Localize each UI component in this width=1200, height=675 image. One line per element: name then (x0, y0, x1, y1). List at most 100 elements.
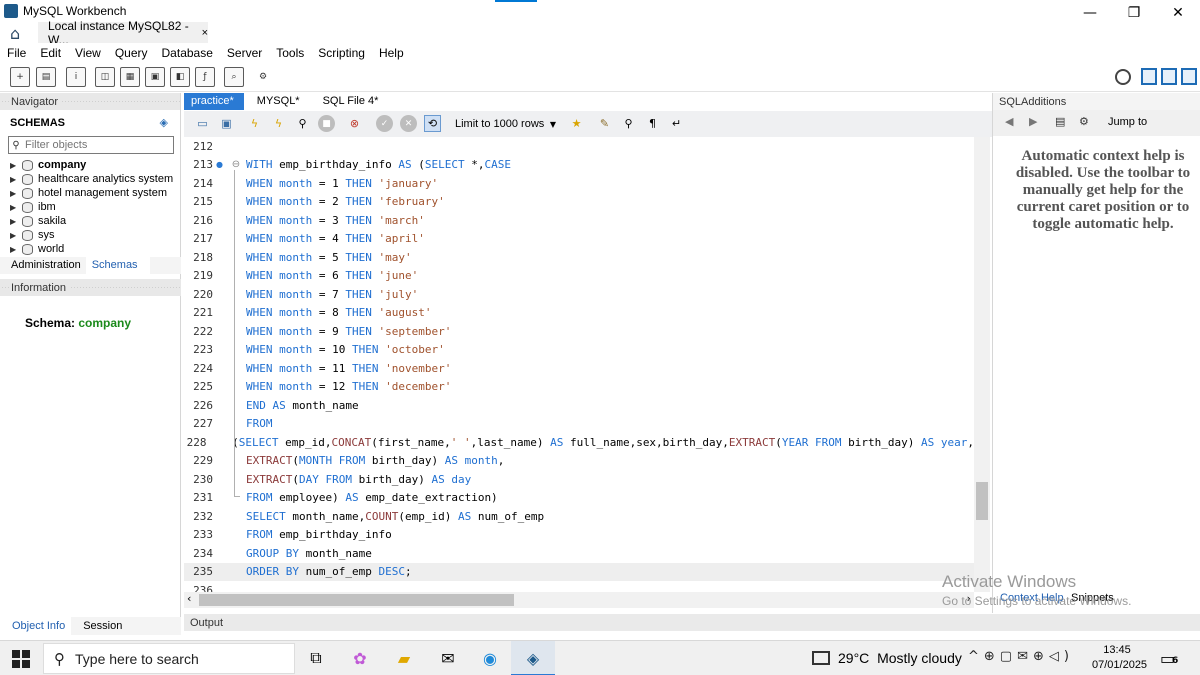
code-line[interactable]: 236 (184, 581, 974, 592)
inspector-icon[interactable]: i (66, 67, 86, 87)
settings-icon[interactable] (1115, 69, 1131, 85)
sql-editor[interactable]: 212 213 ● ⊖ WITH emp_birthday_info AS (SELEC… (184, 137, 990, 592)
clock[interactable]: 13:45 07/01/2025 (1092, 643, 1147, 673)
code-line[interactable]: 212 (184, 137, 974, 156)
code-line[interactable]: 216 WHEN month = 3 THEN 'march' (184, 211, 974, 230)
code-line[interactable]: 219 WHEN month = 6 THEN 'june' (184, 267, 974, 286)
code-line[interactable]: 218 WHEN month = 5 THEN 'may' (184, 248, 974, 267)
code-line[interactable]: 234 GROUP BY month_name (184, 544, 974, 563)
expand-arrow-icon[interactable]: ▶ (10, 217, 20, 226)
connection-tab[interactable]: Local instance MySQL82 - W... × (38, 19, 208, 47)
home-icon[interactable]: ⌂ (10, 24, 20, 43)
schema-item-sys[interactable]: ▶ sys (0, 228, 180, 242)
code-line[interactable]: 227 FROM (184, 415, 974, 434)
menu-help[interactable]: Help (372, 46, 411, 60)
create-procedure-icon[interactable]: ◧ (170, 67, 190, 87)
explain-icon[interactable]: ⚲ (294, 115, 311, 132)
schema-item-ibm[interactable]: ▶ ibm (0, 200, 180, 214)
schema-item-hotel[interactable]: ▶ hotel management system (0, 186, 180, 200)
expand-arrow-icon[interactable]: ▶ (10, 189, 20, 198)
menu-edit[interactable]: Edit (33, 46, 68, 60)
create-schema-icon[interactable]: ◫ (95, 67, 115, 87)
schema-item-healthcare[interactable]: ▶ healthcare analytics system (0, 172, 180, 186)
create-view-icon[interactable]: ▣ (145, 67, 165, 87)
forward-icon[interactable]: ▶ (1029, 115, 1037, 128)
menu-query[interactable]: Query (108, 46, 155, 60)
mail-icon[interactable]: ✉ (435, 646, 461, 670)
menu-tools[interactable]: Tools (269, 46, 311, 60)
vertical-scroll-thumb[interactable] (976, 482, 988, 520)
search-table-data-icon[interactable]: ⌕ (224, 67, 244, 87)
notifications-icon[interactable]: ▭ 6 (1160, 649, 1178, 668)
code-line[interactable]: 217 WHEN month = 4 THEN 'april' (184, 230, 974, 249)
menu-file[interactable]: File (0, 46, 33, 60)
tab-schemas[interactable]: Schemas (85, 257, 150, 274)
toggle-output-icon[interactable] (1161, 68, 1177, 85)
back-icon[interactable]: ◀ (1005, 115, 1013, 128)
code-line[interactable]: 232 SELECT month_name,COUNT(emp_id) AS nu… (184, 507, 974, 526)
filter-objects-box[interactable]: ⚲ (8, 136, 174, 154)
code-line[interactable]: 214 WHEN month = 1 THEN 'january' (184, 174, 974, 193)
execute-current-icon[interactable]: ϟ (270, 115, 287, 132)
code-line[interactable]: 221 WHEN month = 8 THEN 'august' (184, 304, 974, 323)
jump-to-label[interactable]: Jump to (1108, 116, 1147, 128)
output-panel-header[interactable]: Output (184, 614, 1200, 631)
create-function-icon[interactable]: ƒ (195, 67, 215, 87)
stop-icon[interactable]: ■ (318, 115, 335, 132)
code-line[interactable]: 213 ● ⊖ WITH emp_birthday_info AS (SELECT *… (184, 156, 974, 175)
wrap-lines-icon[interactable]: ↵ (668, 115, 685, 132)
system-tray-icons[interactable]: ^⊕▢✉⊕◁) (968, 649, 1074, 664)
horizontal-scroll-thumb[interactable] (199, 594, 514, 606)
schema-item-sakila[interactable]: ▶ sakila (0, 214, 180, 228)
code-line[interactable]: 220 WHEN month = 7 THEN 'july' (184, 285, 974, 304)
menu-scripting[interactable]: Scripting (311, 46, 372, 60)
create-table-icon[interactable]: ▦ (120, 67, 140, 87)
find-icon[interactable]: ⚲ (620, 115, 637, 132)
beautify-icon[interactable]: ✎ (596, 115, 613, 132)
weather-widget[interactable]: 29°C Mostly cloudy (812, 650, 962, 666)
editor-vertical-scrollbar[interactable] (974, 137, 990, 592)
code-line[interactable]: 228 (SELECT emp_id,CONCAT(first_name,' ',… (184, 433, 974, 452)
toggle-sidebar-icon[interactable] (1141, 68, 1157, 85)
menu-database[interactable]: Database (155, 46, 220, 60)
menu-view[interactable]: View (68, 46, 108, 60)
code-line[interactable]: 223 WHEN month = 10 THEN 'october' (184, 341, 974, 360)
expand-arrow-icon[interactable]: ▶ (10, 245, 20, 254)
code-line[interactable]: 231 FROM employee) AS emp_date_extraction… (184, 489, 974, 508)
toggle-secondary-sidebar-icon[interactable] (1181, 68, 1197, 85)
autocommit-icon[interactable]: ⟲ (424, 115, 441, 132)
expand-arrow-icon[interactable]: ▶ (10, 203, 20, 212)
code-line[interactable]: 233 FROM emp_birthday_info (184, 526, 974, 545)
new-sql-tab-icon[interactable]: + (10, 67, 30, 87)
code-line[interactable]: 215 WHEN month = 2 THEN 'february' (184, 193, 974, 212)
scroll-left-icon[interactable]: ‹ (187, 592, 191, 605)
rollback-icon[interactable]: ✕ (400, 115, 417, 132)
commit-icon[interactable]: ✓ (376, 115, 393, 132)
code-line[interactable]: 229 EXTRACT(MONTH FROM birth_day) AS mont… (184, 452, 974, 471)
toggle-error-icon[interactable]: ⊗ (346, 115, 363, 132)
add-snippet-icon[interactable]: ★ (568, 115, 585, 132)
save-icon[interactable]: ▣ (218, 115, 235, 132)
tab-sql-file-4[interactable]: SQL File 4* (316, 93, 389, 110)
code-line[interactable]: 235 ORDER BY num_of_emp DESC; (184, 562, 974, 581)
edge-icon[interactable]: ◉ (477, 646, 503, 670)
open-sql-script-icon[interactable]: ▤ (36, 67, 56, 87)
expand-arrow-icon[interactable]: ▶ (10, 175, 20, 184)
code-line[interactable]: 225 WHEN month = 12 THEN 'december' (184, 378, 974, 397)
schema-item-world[interactable]: ▶ world (0, 242, 180, 256)
tab-mysql[interactable]: MYSQL* (250, 93, 310, 110)
refresh-schemas-icon[interactable]: ◈ (160, 116, 168, 129)
execute-icon[interactable]: ϟ (246, 115, 263, 132)
reconnect-icon[interactable]: ⚙ (253, 67, 273, 87)
copilot-icon[interactable]: ✿ (347, 646, 373, 670)
tab-practice[interactable]: practice* (184, 93, 244, 110)
manual-help-icon[interactable]: ▤ (1055, 115, 1065, 128)
code-line[interactable]: 222 WHEN month = 9 THEN 'september' (184, 322, 974, 341)
tab-object-info[interactable]: Object Info (0, 617, 72, 635)
filter-objects-input[interactable] (23, 137, 168, 153)
menu-server[interactable]: Server (220, 46, 269, 60)
taskbar-search[interactable]: ⚲ Type here to search (43, 643, 295, 674)
auto-help-icon[interactable]: ⚙ (1079, 115, 1089, 128)
file-explorer-icon[interactable]: ▰ (391, 646, 417, 670)
invisible-chars-icon[interactable]: ¶ (644, 115, 661, 132)
